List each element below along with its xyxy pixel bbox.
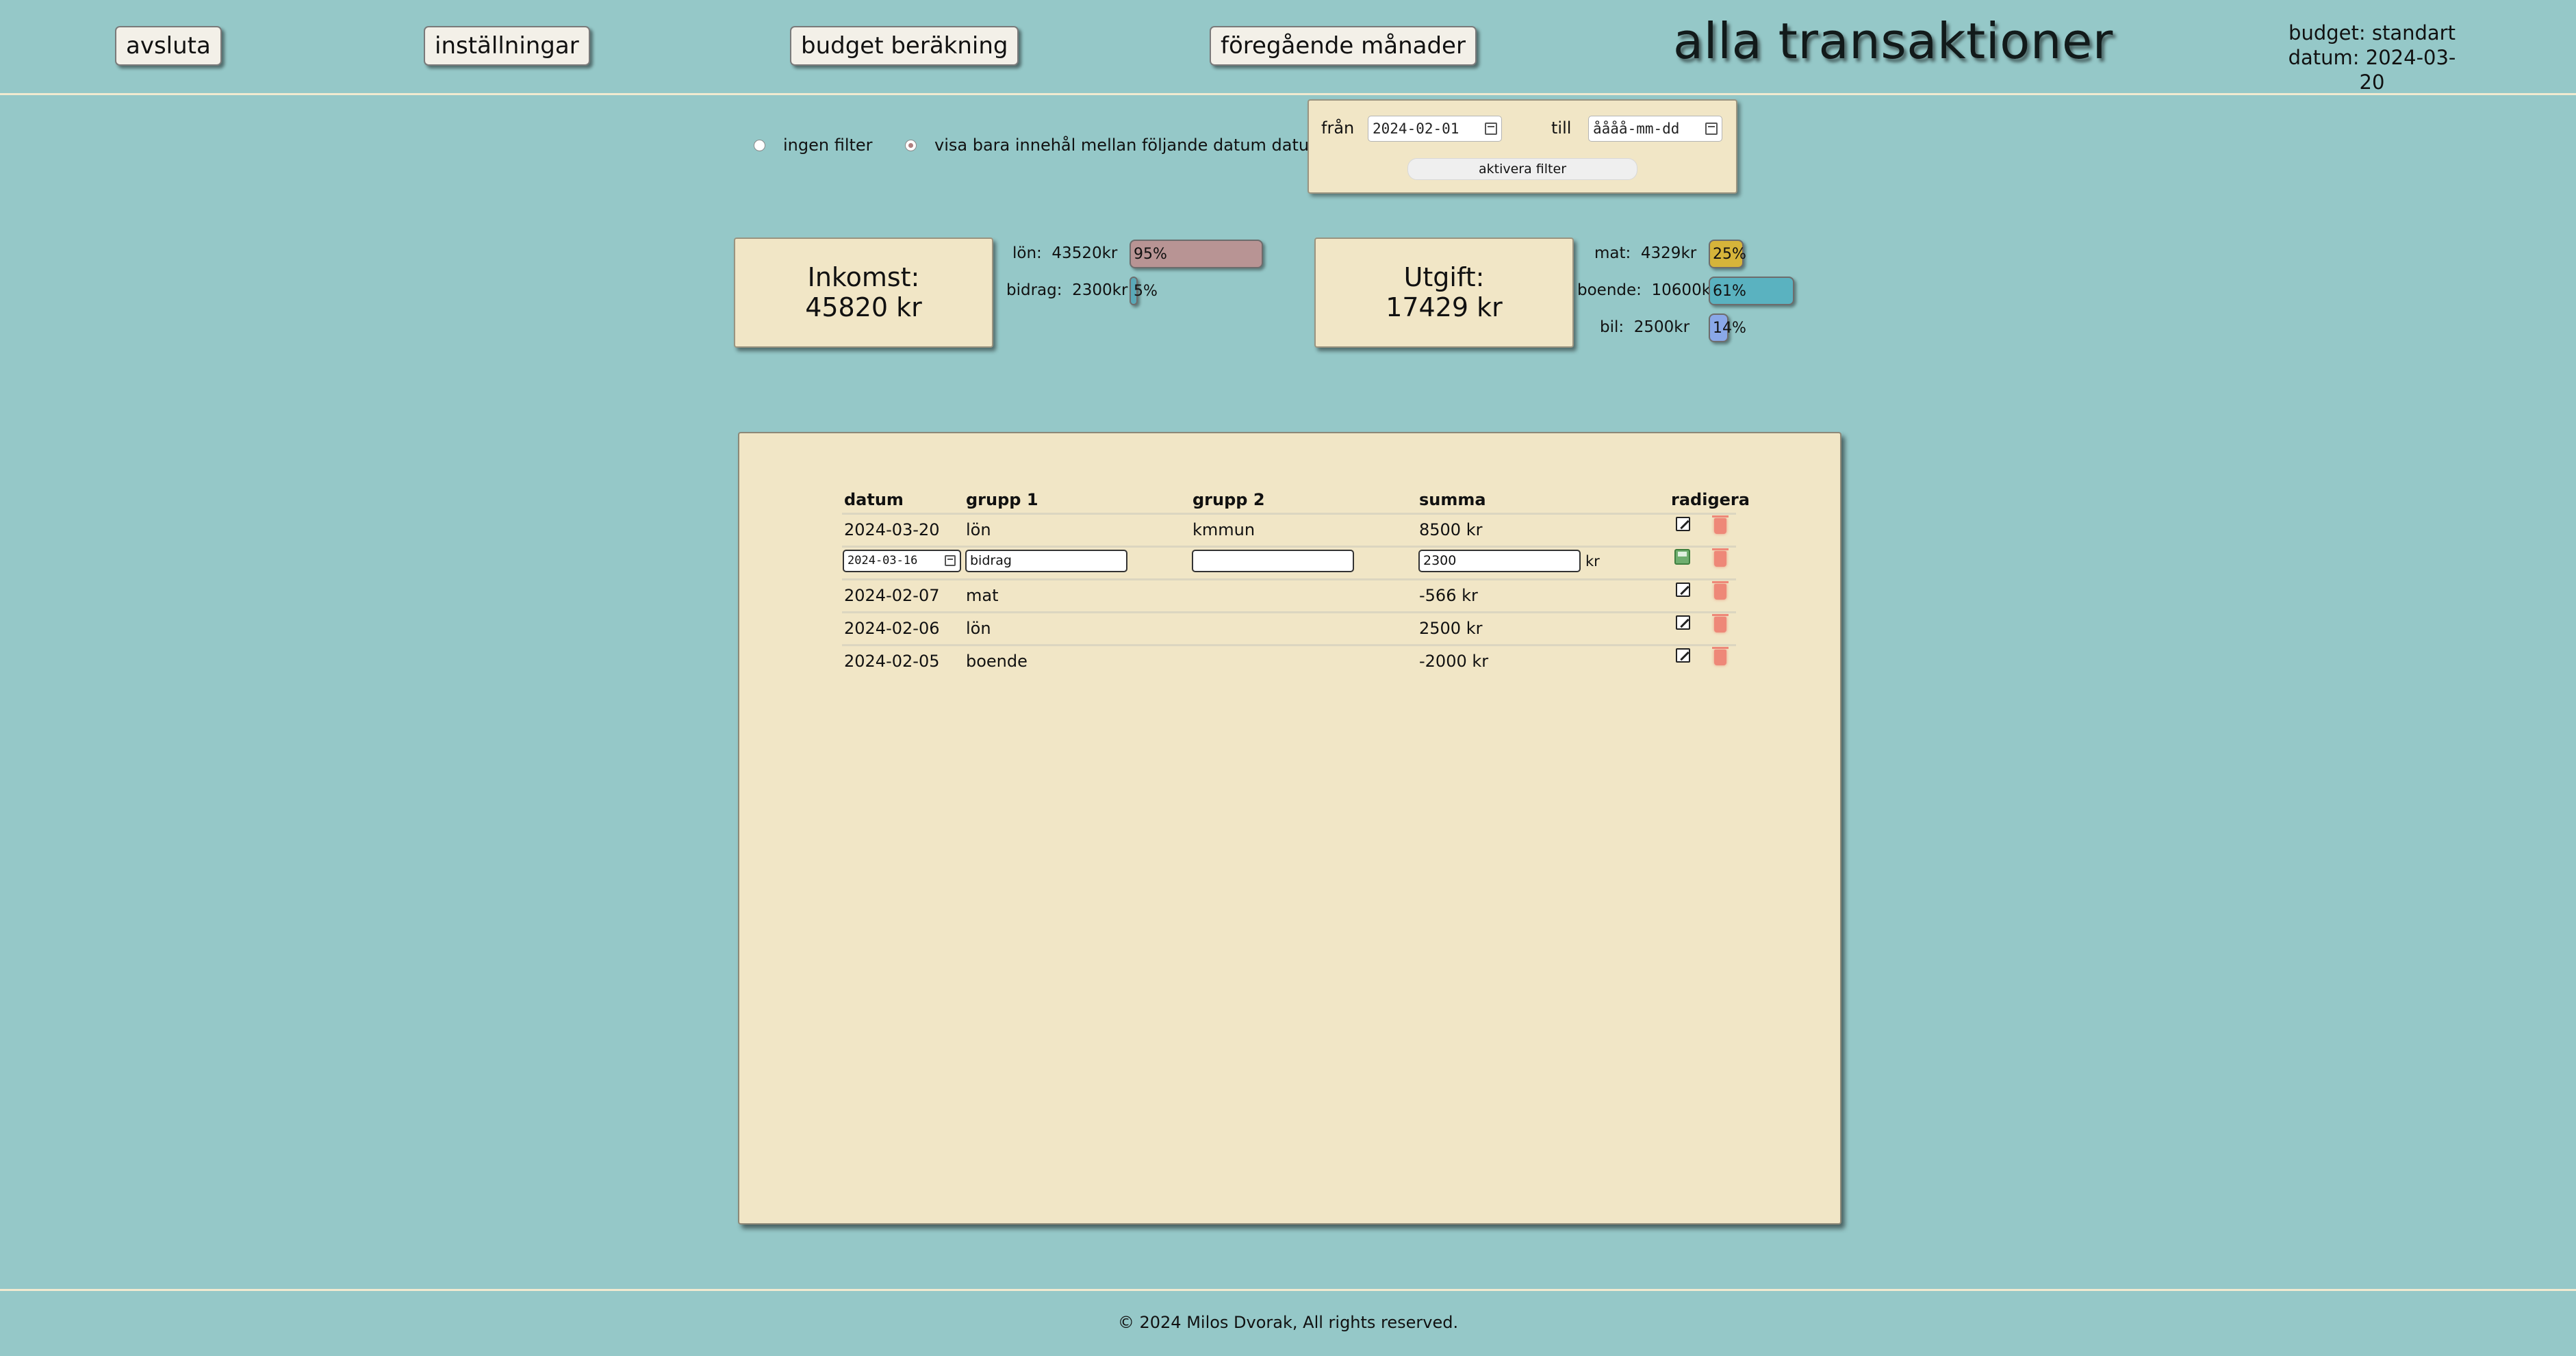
date-filter-panel: från 2024-02-01 till åååå-mm-dd aktivera…: [1308, 99, 1737, 194]
expense-label-bil: bil: 2500kr: [1600, 318, 1690, 336]
to-label: till: [1551, 118, 1572, 138]
date-filter-option[interactable]: visa bara innehål mellan följande datum …: [905, 136, 1325, 155]
header-edit: radigera: [1671, 490, 1750, 509]
row-divider: [842, 546, 1736, 548]
row-date: 2024-03-20: [844, 520, 940, 539]
calendar-icon[interactable]: [1485, 123, 1497, 135]
page: avsluta inställningar budget beräkning f…: [0, 0, 2576, 1356]
expense-title: Utgift:: [1403, 262, 1485, 292]
row-group1: lön: [966, 619, 991, 638]
edit-date-value: 2024-03-16: [847, 554, 918, 567]
income-label-lon: lön: 43520kr: [1012, 244, 1118, 262]
date-filter-radio[interactable]: [905, 139, 917, 151]
row-group1: mat: [966, 586, 999, 605]
expense-card: Utgift: 17429 kr: [1314, 238, 1574, 348]
row-sum: 8500 kr: [1419, 520, 1483, 539]
from-label: från: [1321, 118, 1355, 138]
trash-icon[interactable]: [1712, 548, 1729, 567]
edit-icon[interactable]: [1676, 517, 1690, 531]
row-group1: boende: [966, 652, 1028, 671]
header-group2: grupp 2: [1193, 490, 1265, 509]
expense-bar-mat: 25%: [1709, 240, 1746, 268]
from-date-value: 2024-02-01: [1373, 120, 1459, 137]
expense-bar-bil: 14%: [1709, 314, 1746, 342]
to-date-placeholder: åååå-mm-dd: [1593, 120, 1680, 137]
header-group1: grupp 1: [966, 490, 1038, 509]
income-bar-lon: 95%: [1130, 240, 1263, 268]
trash-icon[interactable]: [1712, 614, 1729, 632]
edit-date-input[interactable]: 2024-03-16: [843, 550, 961, 572]
row-divider: [842, 611, 1736, 613]
row-date: 2024-02-07: [844, 586, 940, 605]
trash-icon[interactable]: [1712, 515, 1729, 534]
row-date: 2024-02-05: [844, 652, 940, 671]
expense-total: 17429 kr: [1386, 292, 1503, 322]
row-divider: [842, 644, 1736, 646]
row-group2: kmmun: [1193, 520, 1255, 539]
expense-label-mat: mat: 4329kr: [1594, 244, 1697, 262]
income-label-bidrag: bidrag: 2300kr: [1006, 281, 1128, 299]
row-sum: 2500 kr: [1419, 619, 1483, 638]
income-card: Inkomst: 45820 kr: [734, 238, 993, 348]
trash-icon[interactable]: [1712, 647, 1729, 665]
no-filter-option[interactable]: ingen filter: [754, 136, 873, 155]
row-date: 2024-02-06: [844, 619, 940, 638]
edit-icon[interactable]: [1676, 615, 1690, 630]
header-sum: summa: [1419, 490, 1486, 509]
edit-icon[interactable]: [1676, 648, 1690, 663]
previous-months-button[interactable]: föregående månader: [1210, 26, 1477, 66]
edit-group1-input[interactable]: bidrag: [965, 550, 1127, 572]
income-title: Inkomst:: [807, 262, 920, 292]
budget-calc-button[interactable]: budget beräkning: [790, 26, 1019, 66]
edit-group2-input[interactable]: [1192, 550, 1354, 572]
row-sum: -566 kr: [1419, 586, 1478, 605]
income-bar-bidrag: 5%: [1130, 277, 1158, 305]
activate-filter-button[interactable]: aktivera filter: [1407, 158, 1637, 180]
header-date: datum: [844, 490, 904, 509]
to-date-input[interactable]: åååå-mm-dd: [1588, 116, 1722, 142]
trash-icon[interactable]: [1712, 581, 1729, 600]
footer-divider: [0, 1289, 2576, 1291]
row-group1: lön: [966, 520, 991, 539]
page-title: alla transaktioner: [1673, 12, 2113, 70]
income-total: 45820 kr: [805, 292, 922, 322]
no-filter-label: ingen filter: [783, 136, 873, 155]
row-sum: -2000 kr: [1419, 652, 1489, 671]
expense-label-boende: boende: 10600kr: [1577, 281, 1718, 299]
edit-sum-unit: kr: [1585, 553, 1600, 570]
expense-bar-boende: 61%: [1709, 277, 1794, 305]
edit-sum-input[interactable]: 2300: [1418, 550, 1581, 572]
budget-info: budget: standart datum: 2024-03-20: [2276, 21, 2468, 94]
date-filter-label: visa bara innehål mellan följande datum …: [934, 136, 1325, 155]
budget-name: budget: standart: [2288, 21, 2456, 44]
row-divider: [842, 578, 1736, 580]
budget-date: datum: 2024-03-20: [2288, 46, 2456, 94]
row-divider: [842, 513, 1736, 515]
settings-button[interactable]: inställningar: [424, 26, 590, 66]
calendar-icon[interactable]: [1705, 123, 1718, 135]
save-icon[interactable]: [1674, 549, 1690, 565]
footer-copyright: © 2024 Milos Dvorak, All rights reserved…: [1117, 1313, 1459, 1332]
no-filter-radio[interactable]: [754, 139, 765, 151]
quit-button[interactable]: avsluta: [115, 26, 222, 66]
edit-icon[interactable]: [1676, 583, 1690, 597]
calendar-icon[interactable]: [945, 555, 956, 566]
header-divider: [0, 93, 2576, 95]
from-date-input[interactable]: 2024-02-01: [1368, 116, 1502, 142]
